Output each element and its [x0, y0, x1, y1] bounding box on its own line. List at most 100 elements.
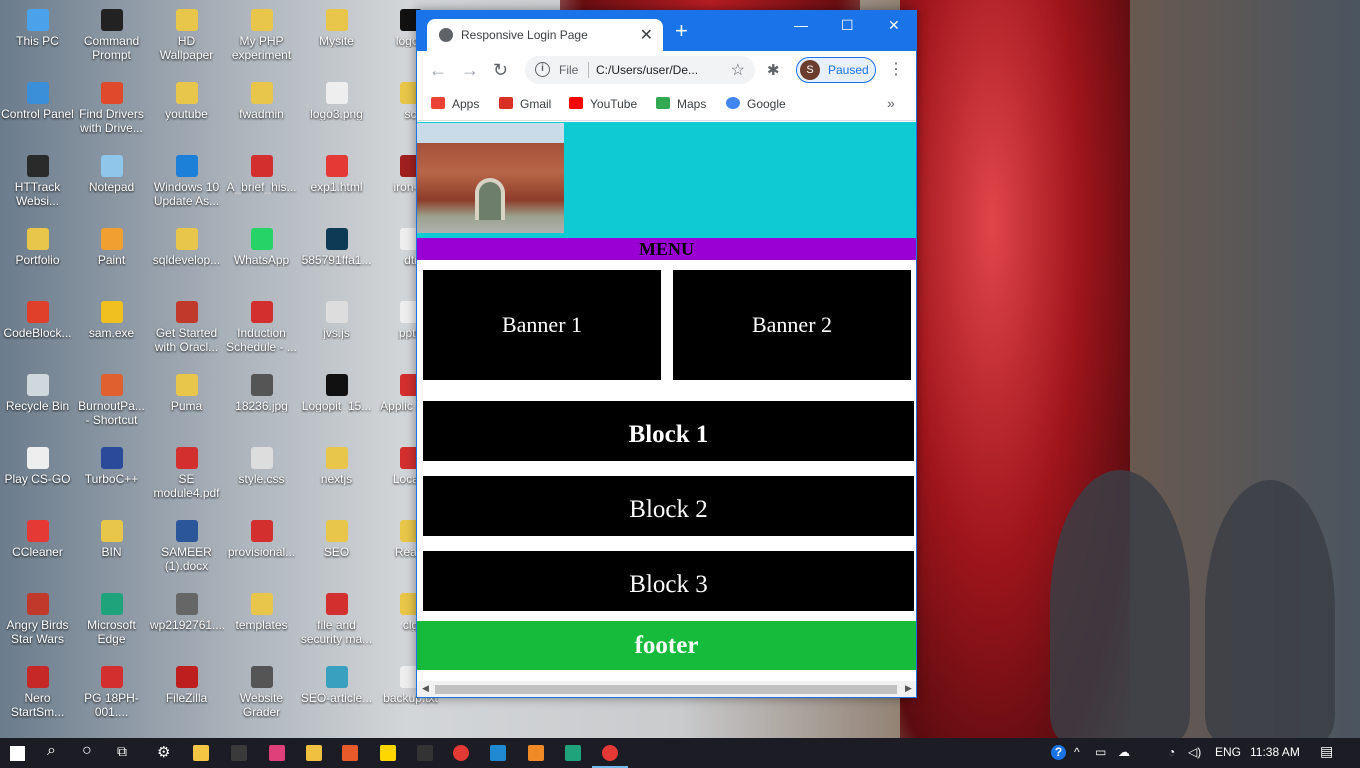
desktop-icon[interactable]: nextjs	[299, 441, 374, 514]
browser-menu-icon[interactable]: ⋮	[888, 59, 904, 79]
desktop-icon[interactable]: Play CS-GO	[0, 441, 75, 514]
desktop-icon[interactable]: Mysite	[299, 3, 374, 76]
desktop-icon[interactable]: style.css	[224, 441, 299, 514]
desktop-icon[interactable]: Command Prompt	[74, 3, 149, 76]
desktop-icon[interactable]: Microsoft Edge	[74, 587, 149, 660]
help-icon[interactable]: ?	[1051, 745, 1066, 760]
desktop-icon[interactable]: jvs.js	[299, 295, 374, 368]
desktop-icon[interactable]: SEO	[299, 514, 374, 587]
browser-tab[interactable]: Responsive Login Page ✕	[427, 19, 663, 51]
taskbar-app-intellij-icon[interactable]	[269, 745, 285, 761]
battery-icon[interactable]: ▭	[1095, 745, 1106, 759]
bookmark-google[interactable]: Google	[726, 97, 786, 111]
taskbar-app-cmd-icon[interactable]	[417, 745, 433, 761]
menu-bar[interactable]: MENU	[417, 238, 916, 260]
desktop-icon[interactable]: PG 18PH-001....	[74, 660, 149, 733]
desktop-icon[interactable]: Notepad	[74, 149, 149, 222]
taskbar-app-obs-icon[interactable]	[231, 745, 247, 761]
desktop-icon[interactable]: CodeBlock...	[0, 295, 75, 368]
bookmark-maps[interactable]: Maps	[656, 97, 706, 111]
desktop-icon[interactable]: BurnoutPa... - Shortcut	[74, 368, 149, 441]
url-text[interactable]: C:/Users/user/De...	[596, 63, 698, 77]
desktop-icon[interactable]: 18236.jpg	[224, 368, 299, 441]
onedrive-cloud-icon[interactable]: ☁	[1118, 745, 1130, 759]
forward-icon[interactable]: →	[461, 60, 479, 81]
settings-gear-icon[interactable]: ⚙	[157, 743, 170, 761]
desktop-icon[interactable]: 585791ffa1...	[299, 222, 374, 295]
desktop-icon[interactable]: CCleaner	[0, 514, 75, 587]
horizontal-scrollbar[interactable]: ◀ ▶	[417, 681, 916, 697]
cortana-icon[interactable]: ○	[82, 742, 92, 760]
desktop-icon[interactable]: Induction Schedule - ...	[224, 295, 299, 368]
back-icon[interactable]: ←	[429, 60, 447, 81]
desktop-icon[interactable]: My PHP experiment	[224, 3, 299, 76]
window-close-button[interactable]: ✕	[888, 17, 900, 34]
desktop-icon[interactable]: youtube	[149, 76, 224, 149]
bookmarks-overflow-icon[interactable]: »	[887, 95, 895, 111]
desktop-icon[interactable]: FileZilla	[149, 660, 224, 733]
bookmark-gmail[interactable]: Gmail	[499, 97, 551, 111]
taskbar-app-edge-icon[interactable]	[565, 745, 581, 761]
desktop-icon[interactable]: BIN	[74, 514, 149, 587]
desktop-icon[interactable]: Recycle Bin	[0, 368, 75, 441]
desktop-icon[interactable]: This PC	[0, 3, 75, 76]
language-indicator[interactable]: ENG	[1215, 745, 1241, 759]
desktop-icon[interactable]: Nero StartSm...	[0, 660, 75, 733]
bookmark-apps[interactable]: Apps	[431, 97, 479, 111]
info-icon[interactable]: i	[535, 62, 550, 77]
bookmark-star-icon[interactable]: ☆	[731, 60, 745, 80]
desktop-icon[interactable]: Puma	[149, 368, 224, 441]
desktop-icon[interactable]: TurboC++	[74, 441, 149, 514]
desktop-icon[interactable]: WhatsApp	[224, 222, 299, 295]
desktop-icon[interactable]: Website Grader	[224, 660, 299, 733]
desktop-icon[interactable]: A_brief_his...	[224, 149, 299, 222]
desktop-icon[interactable]: HD Wallpaper	[149, 3, 224, 76]
clock[interactable]: 11:38 AM	[1250, 745, 1300, 759]
desktop-icon[interactable]: Windows 10 Update As...	[149, 149, 224, 222]
desktop-icon[interactable]: SAMEER (1).docx	[149, 514, 224, 587]
desktop-icon[interactable]: Control Panel	[0, 76, 75, 149]
desktop-icon[interactable]: file and security ma...	[299, 587, 374, 660]
tab-close-icon[interactable]: ✕	[640, 25, 653, 45]
desktop-icon[interactable]: sqldevelop...	[149, 222, 224, 295]
desktop-icon[interactable]: Find Drivers with Drive...	[74, 76, 149, 149]
volume-icon[interactable]: ◁)	[1188, 745, 1201, 759]
windows-start-icon[interactable]	[10, 746, 25, 761]
desktop-icon[interactable]: exp1.html	[299, 149, 374, 222]
desktop-icon[interactable]: wp2192761....	[149, 587, 224, 660]
scroll-right-icon[interactable]: ▶	[905, 683, 912, 694]
new-tab-button[interactable]: +	[675, 20, 688, 42]
address-bar[interactable]: i File C:/Users/user/De... ☆	[525, 56, 755, 84]
desktop-icon[interactable]: Get Started with Oracl...	[149, 295, 224, 368]
reload-icon[interactable]: ↻	[493, 60, 508, 81]
taskbar-app-notes-icon[interactable]	[380, 745, 396, 761]
tray-overflow-icon[interactable]: ^	[1074, 745, 1080, 759]
taskbar-app-vscode-icon[interactable]	[490, 745, 506, 761]
desktop-icon[interactable]: Paint	[74, 222, 149, 295]
taskbar-app-store-icon[interactable]	[193, 745, 209, 761]
desktop-icon[interactable]: Portfolio	[0, 222, 75, 295]
desktop-icon[interactable]: logo3.png	[299, 76, 374, 149]
desktop-icon[interactable]: Logopit_15...	[299, 368, 374, 441]
task-view-icon[interactable]: ⧉	[117, 743, 127, 760]
taskbar-app-codeblocks-icon[interactable]	[342, 745, 358, 761]
scroll-left-icon[interactable]: ◀	[422, 683, 429, 694]
taskbar-app-chrome-icon[interactable]	[453, 745, 469, 761]
desktop-icon[interactable]: SEO-article...	[299, 660, 374, 733]
extensions-icon[interactable]: ✱	[767, 61, 780, 79]
bookmark-youtube[interactable]: YouTube	[569, 97, 637, 111]
search-icon[interactable]: ⌕	[47, 742, 56, 760]
desktop-icon[interactable]: templates	[224, 587, 299, 660]
profile-button[interactable]: S Paused	[796, 57, 876, 83]
desktop-icon[interactable]: Angry Birds Star Wars	[0, 587, 75, 660]
desktop-icon[interactable]: sam.exe	[74, 295, 149, 368]
scrollbar-thumb[interactable]	[435, 685, 897, 694]
desktop-icon[interactable]: SE module4.pdf	[149, 441, 224, 514]
desktop-icon[interactable]: HTTrack Websi...	[0, 149, 75, 222]
maximize-button[interactable]: ☐	[841, 17, 854, 34]
notifications-icon[interactable]: ▤	[1320, 743, 1333, 760]
taskbar-app-sublime-icon[interactable]	[528, 745, 544, 761]
wifi-icon[interactable]: ◔	[1168, 745, 1175, 759]
desktop-icon[interactable]: fwadmin	[224, 76, 299, 149]
taskbar-app-chrome-active-icon[interactable]	[602, 745, 618, 761]
